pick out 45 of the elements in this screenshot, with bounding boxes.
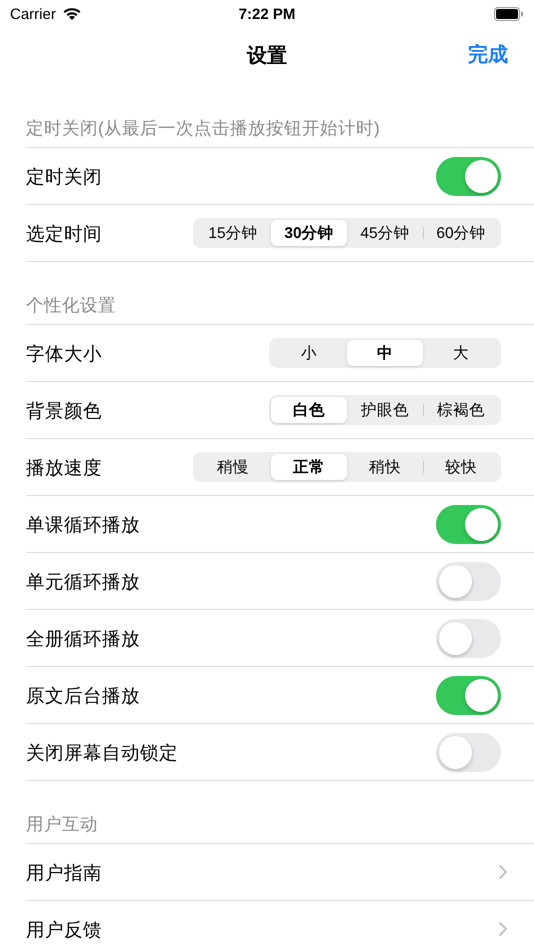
row-label: 单元循环播放 [26, 570, 140, 594]
toggle-switch[interactable] [436, 618, 501, 658]
segment-option[interactable]: 正常 [271, 454, 347, 480]
row-label: 用户指南 [26, 860, 102, 884]
section-header: 定时关闭(从最后一次点击播放按钮开始计时) [26, 117, 380, 139]
row-label: 播放速度 [26, 456, 102, 480]
toggle-switch[interactable] [436, 676, 501, 714]
wifi-icon [62, 7, 82, 21]
segment-option[interactable]: 白色 [271, 397, 347, 423]
row-label: 全册循环播放 [26, 626, 140, 650]
row-label: 字体大小 [26, 342, 102, 366]
toggle-switch[interactable] [436, 504, 501, 544]
section-header: 用户互动 [26, 813, 98, 835]
segment-option[interactable]: 较快 [423, 454, 499, 480]
chevron-icon [498, 864, 508, 880]
chevron-icon [498, 921, 508, 937]
segment-option[interactable]: 棕褐色 [423, 397, 499, 423]
row-label: 用户反馈 [26, 918, 102, 942]
segment-option[interactable]: 稍慢 [195, 454, 271, 480]
toggle-switch[interactable] [436, 156, 501, 196]
row-label: 关闭屏幕自动锁定 [26, 740, 178, 764]
list-row[interactable]: 用户反馈 [26, 901, 534, 950]
list-row[interactable]: 用户指南 [26, 844, 534, 901]
row-label: 背景颜色 [26, 398, 102, 422]
battery-icon [494, 7, 524, 21]
nav-title: 设置 [247, 44, 287, 68]
toggle-switch[interactable] [436, 562, 501, 600]
carrier-label: Carrier [10, 6, 56, 22]
row-label: 单课循环播放 [26, 512, 140, 536]
segment-option[interactable]: 60分钟 [423, 220, 499, 246]
segment-option[interactable]: 稍快 [347, 454, 423, 480]
segment-option[interactable]: 45分钟 [347, 220, 423, 246]
row-label: 定时关闭 [26, 164, 102, 188]
done-button[interactable]: 完成 [468, 41, 508, 68]
row-label: 原文后台播放 [26, 684, 140, 708]
segment-option[interactable]: 护眼色 [347, 397, 423, 423]
section-header: 个性化设置 [26, 294, 116, 316]
segment-option[interactable]: 中 [347, 340, 423, 366]
segment-option[interactable]: 大 [423, 340, 499, 366]
row-label: 选定时间 [26, 222, 102, 246]
segment-option[interactable]: 小 [271, 340, 347, 366]
segment-option[interactable]: 15分钟 [195, 220, 271, 246]
status-time: 7:22 PM [238, 6, 296, 22]
toggle-switch[interactable] [436, 732, 501, 772]
segment-option[interactable]: 30分钟 [271, 220, 347, 246]
